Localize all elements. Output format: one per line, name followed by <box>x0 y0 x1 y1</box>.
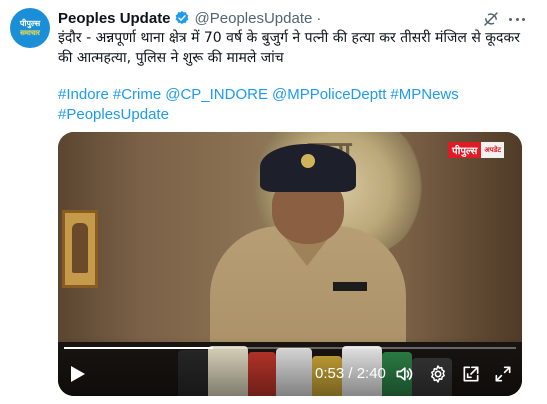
picture-in-picture-icon[interactable] <box>461 364 481 384</box>
name-tag <box>333 282 367 291</box>
settings-icon[interactable] <box>428 364 448 384</box>
tweet-card[interactable]: पीपुल्स समाचार Peoples Update @PeoplesUp… <box>0 0 547 404</box>
tweet-header: Peoples Update @PeoplesUpdate · <box>58 8 325 28</box>
watermark-main: पीपुल्स <box>448 142 482 158</box>
tweet-text: इंदौर - अन्नपूर्णा थाना क्षेत्र में 70 व… <box>58 30 520 66</box>
hashtag-list: #Indore #Crime @CP_INDORE @MPPoliceDeptt #MP… <box>58 85 528 125</box>
handle[interactable]: @PeoplesUpdate <box>195 10 313 27</box>
avatar-line-2: समाचार <box>20 28 40 37</box>
channel-watermark: पीपुल्स अपडेट <box>448 142 504 158</box>
controls-shade <box>58 336 522 396</box>
avatar[interactable]: पीपुल्स समाचार <box>10 8 50 48</box>
display-name[interactable]: Peoples Update <box>58 10 171 27</box>
wall-portrait <box>62 210 98 288</box>
video-time: 0:53 / 2:40 <box>315 365 386 382</box>
hashtag-link[interactable]: #MPNews <box>390 86 458 103</box>
video-progress-fill <box>64 347 214 349</box>
play-icon[interactable] <box>70 365 86 383</box>
mention-link[interactable]: @MPPoliceDeptt <box>272 86 386 103</box>
hashtag-link[interactable]: #Crime <box>113 86 161 103</box>
volume-icon[interactable] <box>394 364 414 384</box>
video-progress-bar[interactable] <box>64 347 516 349</box>
officer-cap <box>260 144 356 192</box>
verified-badge-icon <box>174 10 190 26</box>
mention-link[interactable]: @CP_INDORE <box>165 86 268 103</box>
avatar-line-1: पीपुल्स <box>19 18 41 28</box>
hashtag-link[interactable]: #Indore <box>58 86 109 103</box>
cap-badge <box>301 154 315 168</box>
more-icon[interactable] <box>508 10 526 28</box>
header-separator: · <box>316 9 322 27</box>
hashtag-link[interactable]: #PeoplesUpdate <box>58 106 169 123</box>
watermark-sub: अपडेट <box>481 142 504 158</box>
fullscreen-icon[interactable] <box>493 364 513 384</box>
grok-icon[interactable] <box>482 10 500 28</box>
